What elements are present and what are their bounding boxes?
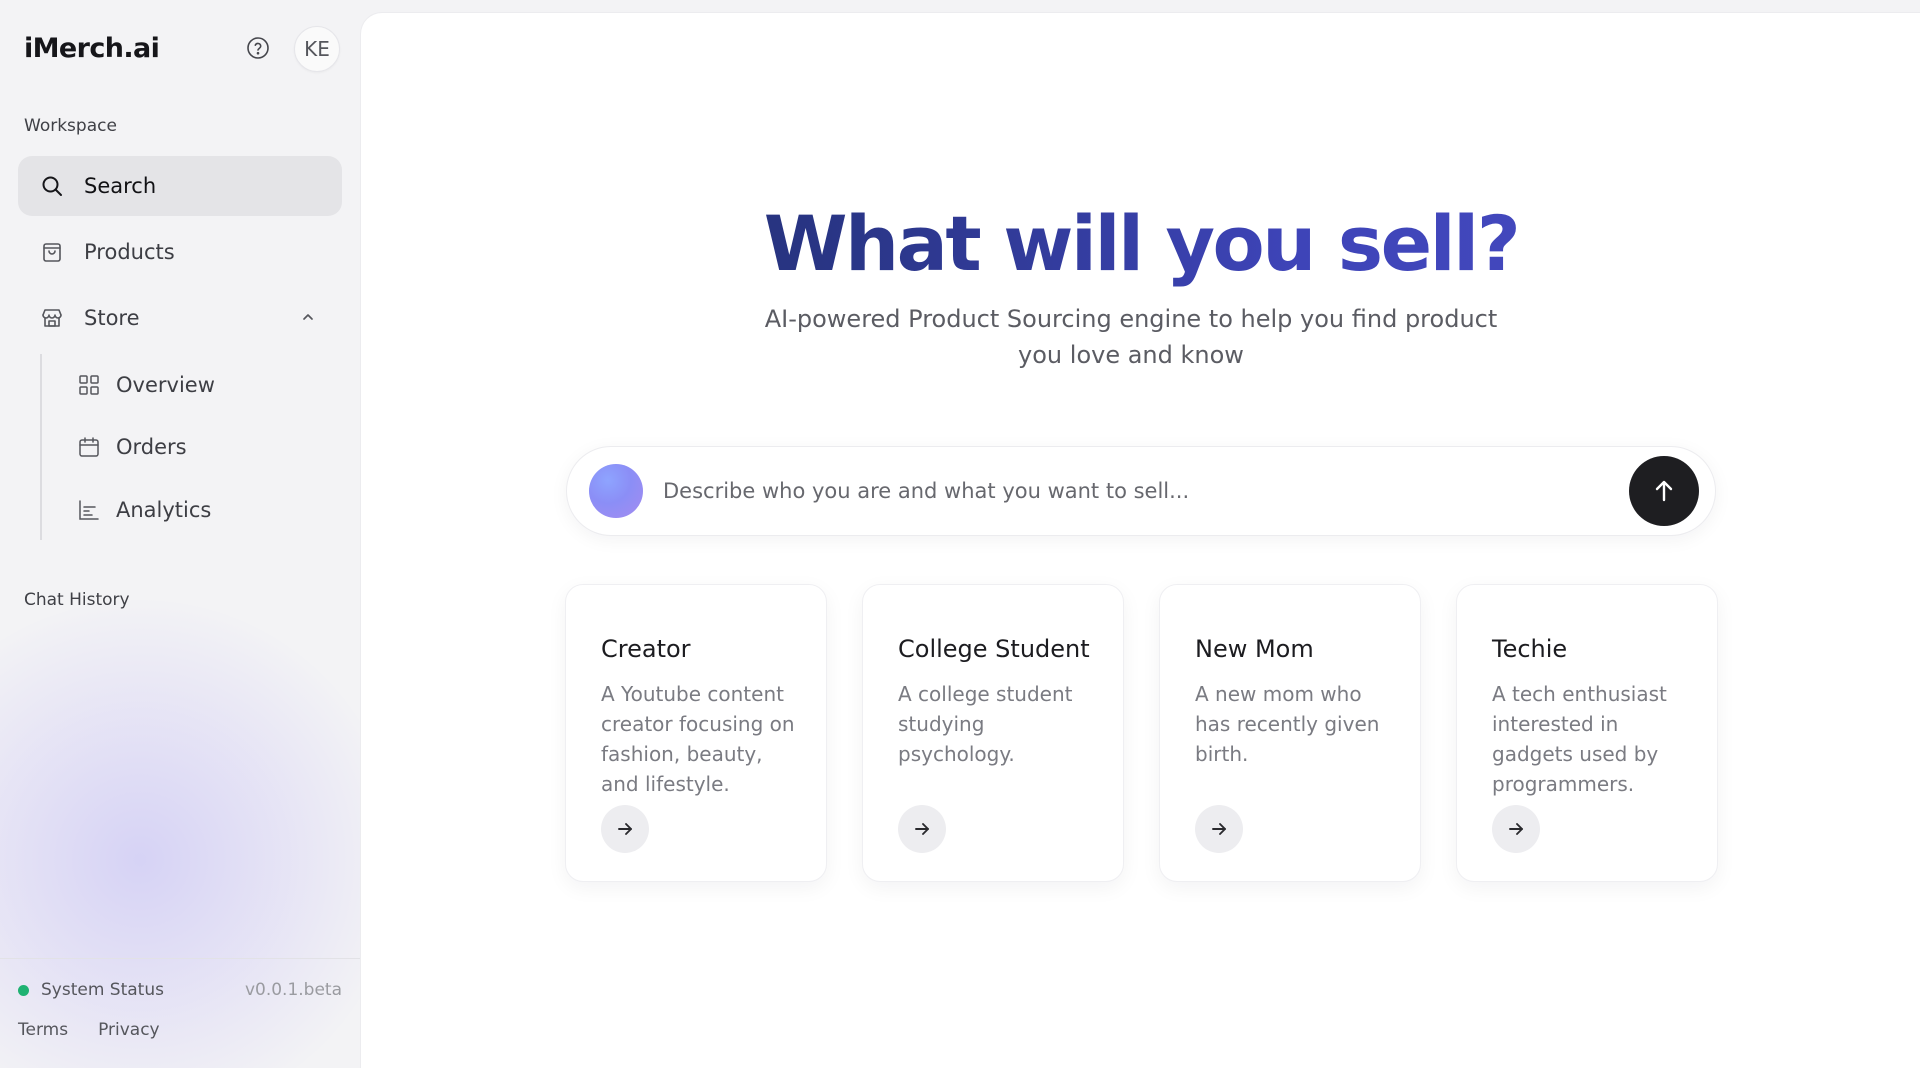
arrow-up-icon: [1655, 480, 1673, 502]
sidebar-footer-divider: [0, 958, 360, 959]
card-arrow-button[interactable]: [898, 805, 946, 853]
store-submenu-guide: [40, 354, 42, 540]
persona-card-creator[interactable]: Creator A Youtube content creator focusi…: [565, 584, 827, 882]
sidebar-item-label: Products: [84, 240, 175, 264]
user-avatar[interactable]: KE: [294, 26, 340, 72]
prompt-bar: [566, 446, 1716, 536]
card-title: New Mom: [1195, 635, 1314, 663]
arrow-right-icon: [618, 823, 632, 835]
sidebar-item-label: Search: [84, 174, 157, 198]
search-icon: [40, 174, 64, 198]
sidebar: iMerch.ai KE Workspace Search Products S…: [0, 0, 360, 1068]
sidebar-item-products[interactable]: Products: [18, 222, 342, 282]
send-button[interactable]: [1629, 456, 1699, 526]
prompt-input[interactable]: [663, 469, 1543, 513]
workspace-section-label: Workspace: [24, 116, 117, 136]
arrow-right-icon: [1509, 823, 1523, 835]
grid-icon: [78, 374, 100, 396]
sidebar-subitem-orders[interactable]: Orders: [54, 419, 342, 475]
privacy-link[interactable]: Privacy: [98, 1020, 160, 1040]
persona-card-techie[interactable]: Techie A tech enthusiast interested in g…: [1456, 584, 1718, 882]
system-status-label: System Status: [41, 980, 164, 1000]
card-arrow-button[interactable]: [1492, 805, 1540, 853]
persona-card-college-student[interactable]: College Student A college student studyi…: [862, 584, 1124, 882]
sidebar-subitem-label: Orders: [116, 435, 187, 459]
persona-cards: Creator A Youtube content creator focusi…: [565, 584, 1719, 882]
footer-links: Terms Privacy: [18, 1020, 160, 1040]
page-subtitle: AI-powered Product Sourcing engine to he…: [764, 305, 1498, 369]
card-title: Creator: [601, 635, 691, 663]
brand-logo[interactable]: iMerch.ai: [24, 33, 160, 64]
main-panel: What will you sell? AI-powered Product S…: [360, 12, 1920, 1068]
card-arrow-button[interactable]: [601, 805, 649, 853]
card-title: Techie: [1492, 635, 1568, 663]
shopping-bag-icon: [40, 240, 64, 264]
sidebar-header: iMerch.ai KE: [24, 26, 342, 72]
calendar-box-icon: [78, 436, 100, 458]
chevron-up-icon[interactable]: [298, 307, 318, 327]
system-status[interactable]: System Status v0.0.1.beta: [18, 978, 342, 1002]
version-label: v0.0.1.beta: [244, 980, 342, 1000]
sidebar-subitem-overview[interactable]: Overview: [54, 357, 342, 413]
card-title: College Student: [898, 635, 1090, 663]
store-icon: [40, 306, 64, 330]
status-indicator-dot: [18, 984, 29, 996]
sidebar-subitem-label: Analytics: [116, 498, 212, 522]
card-description: A college student studying psychology.: [898, 682, 1073, 766]
sidebar-item-store[interactable]: Store: [18, 288, 342, 348]
arrow-right-icon: [915, 823, 929, 835]
terms-link[interactable]: Terms: [18, 1020, 68, 1040]
bar-chart-icon: [78, 499, 100, 521]
sidebar-item-label: Store: [84, 306, 140, 330]
sidebar-subitem-label: Overview: [116, 373, 215, 397]
arrow-right-icon: [1212, 823, 1226, 835]
help-icon[interactable]: [242, 32, 274, 64]
sidebar-subitem-analytics[interactable]: Analytics: [54, 482, 342, 538]
card-arrow-button[interactable]: [1195, 805, 1243, 853]
page-title: What will you sell?: [361, 199, 1920, 289]
sidebar-item-search[interactable]: Search: [18, 156, 342, 216]
persona-card-new-mom[interactable]: New Mom A new mom who has recently given…: [1159, 584, 1421, 882]
card-description: A Youtube content creator focusing on fa…: [601, 682, 795, 796]
card-description: A tech enthusiast interested in gadgets …: [1492, 682, 1667, 796]
chat-history-label: Chat History: [24, 590, 130, 610]
ai-orb-icon: [589, 464, 643, 518]
card-description: A new mom who has recently given birth.: [1195, 682, 1380, 766]
